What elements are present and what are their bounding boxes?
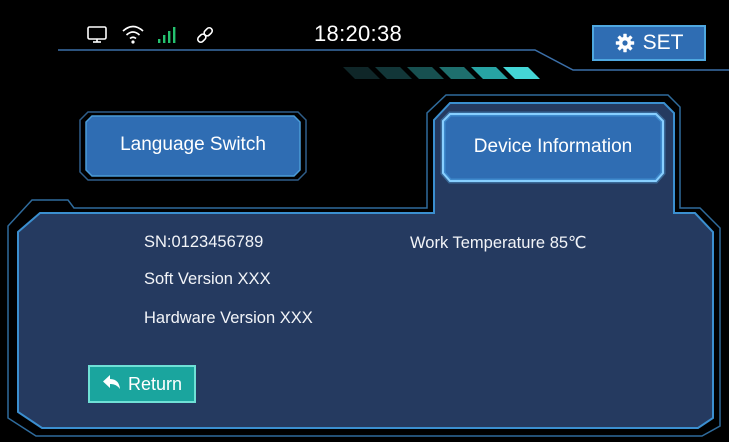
language-switch-button[interactable]: Language Switch [82, 110, 304, 180]
set-button[interactable]: SET [592, 25, 706, 61]
soft-version: Soft Version XXX [144, 270, 271, 288]
wifi-icon [121, 23, 145, 50]
return-button[interactable]: Return [88, 365, 196, 403]
return-button-label: Return [127, 373, 183, 394]
gear-icon [615, 33, 635, 53]
signal-icon [156, 25, 180, 50]
link-icon [194, 24, 216, 51]
hardware-version: Hardware Version XXX [144, 309, 313, 327]
device-information-button[interactable]: Device Information [444, 113, 662, 181]
set-button-label: SET [642, 31, 684, 54]
serial-number: SN:0123456789 [144, 233, 264, 251]
monitor-icon [86, 25, 110, 50]
reply-arrow-icon [102, 373, 122, 396]
clock: 18:20:38 [314, 21, 403, 46]
work-temperature: Work Temperature 85℃ [410, 234, 587, 252]
settings-screen: 18:20:38 SET Language Switch Device Info… [0, 0, 729, 442]
